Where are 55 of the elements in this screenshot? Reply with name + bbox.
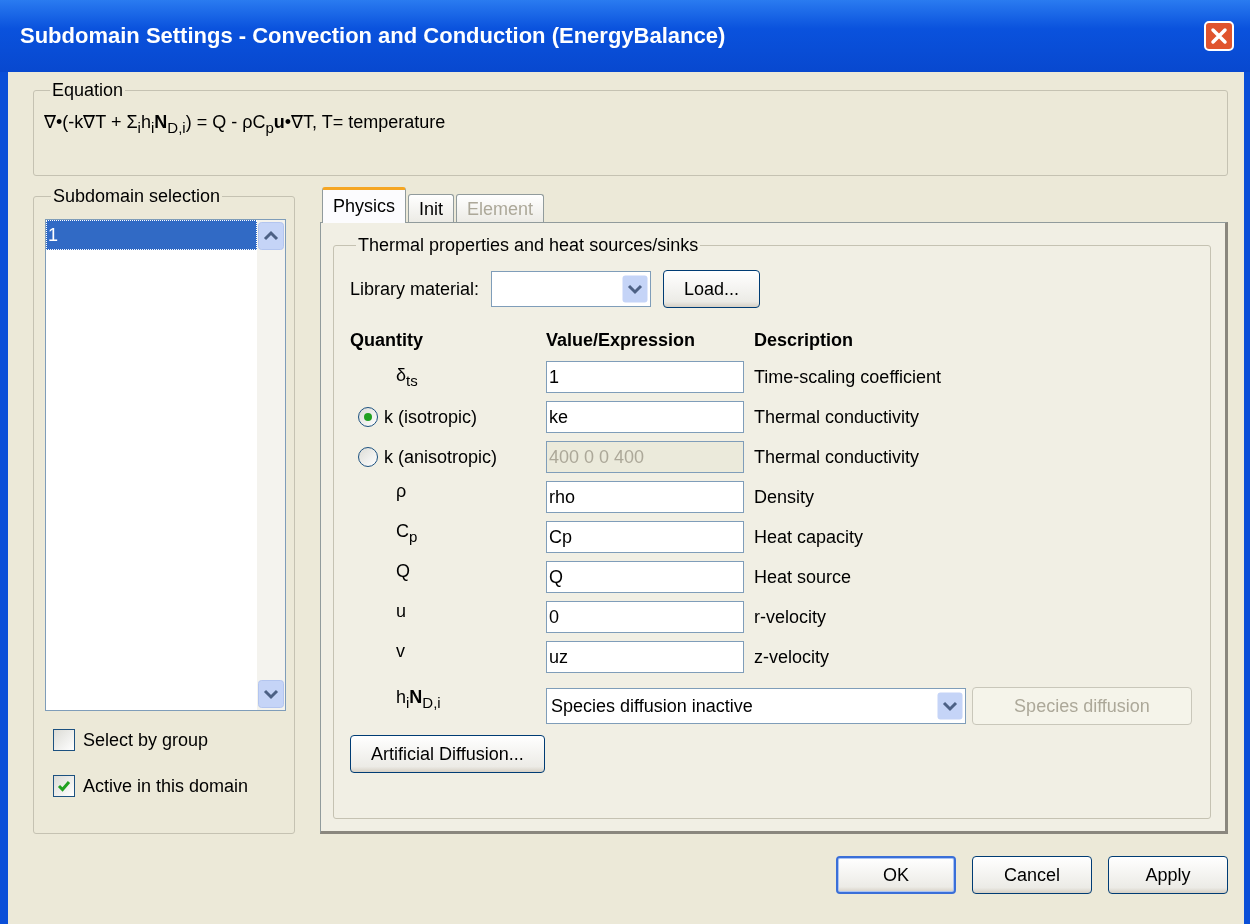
group-label: Thermal properties and heat sources/sinks [358, 235, 699, 255]
field-label: Library material: [350, 278, 480, 300]
dialog-button[interactable]: Apply [1108, 856, 1228, 894]
tab[interactable]: Physics [322, 187, 406, 223]
description: r-velocity [754, 606, 827, 628]
description: Thermal conductivity [754, 446, 921, 468]
dropdown-value: Species diffusion inactive [551, 695, 754, 717]
radio-label: k (anisotropic) [384, 446, 498, 468]
subdomain-list[interactable]: 1 [45, 219, 286, 711]
description: Thermal conductivity [754, 406, 921, 428]
quantity-symbol: ρ [395, 481, 408, 503]
group-label: Subdomain selection [53, 186, 221, 206]
close-icon[interactable] [1204, 21, 1234, 51]
column-header: Quantity [350, 330, 424, 351]
dialog-button[interactable]: Cancel [972, 856, 1092, 894]
radio-label: k (isotropic) [384, 406, 477, 428]
material-dropdown[interactable] [491, 271, 652, 307]
quantity-symbol: u [395, 601, 407, 623]
value-field[interactable]: uz [546, 641, 744, 673]
quantity-symbol: Q [395, 561, 411, 583]
scroll-up-icon[interactable] [258, 222, 284, 250]
tab[interactable]: Init [408, 194, 455, 222]
dialog-button[interactable]: OK [836, 856, 956, 894]
species-dropdown[interactable]: Species diffusion inactive [546, 688, 966, 724]
description: Heat source [754, 566, 853, 588]
group-label: Equation [52, 80, 124, 100]
load-button[interactable]: Load... [663, 270, 761, 308]
description: Time-scaling coefficient [754, 366, 943, 388]
checkbox[interactable] [53, 775, 75, 797]
value-field[interactable]: 1 [546, 361, 744, 393]
column-header: Value/Expression [546, 330, 697, 351]
description: z-velocity [754, 646, 830, 668]
value-field[interactable]: ke [546, 401, 744, 433]
value-field[interactable]: Cp [546, 521, 744, 553]
list-item[interactable]: 1 [46, 220, 257, 250]
quantity-symbol: δ$_{ts}$ [395, 365, 419, 389]
value-field[interactable]: Q [546, 561, 744, 593]
value-field[interactable]: rho [546, 481, 744, 513]
equation: ∇•(-k∇T + Σ$_{i}$h$_{i}$N$_{D,i}$) = Q - ρC$_{p}$u•∇T, T= temperature [44, 111, 446, 136]
scrollbar[interactable] [257, 220, 285, 710]
quantity-symbol: C$_{p}$ [395, 521, 419, 547]
value-field[interactable]: 0 [546, 601, 744, 633]
scroll-down-icon[interactable] [258, 680, 284, 708]
column-header: Description [754, 330, 855, 351]
radio-button[interactable] [358, 407, 378, 427]
check-icon [56, 778, 72, 794]
window-title: Subdomain Settings - Convection and Conduction (EnergyBalance) [20, 23, 726, 49]
checkbox[interactable] [53, 729, 75, 751]
quantity-symbol: v [395, 641, 406, 663]
description: Density [754, 486, 816, 508]
checkbox-label: Select by group [83, 729, 209, 751]
checkbox-label: Active in this domain [83, 775, 249, 797]
quantity-symbol: h$_{i}$N$_{D,i}$ [395, 687, 442, 713]
description: Heat capacity [754, 526, 865, 548]
artificial-diffusion-button[interactable]: Artificial Diffusion... [350, 735, 545, 773]
